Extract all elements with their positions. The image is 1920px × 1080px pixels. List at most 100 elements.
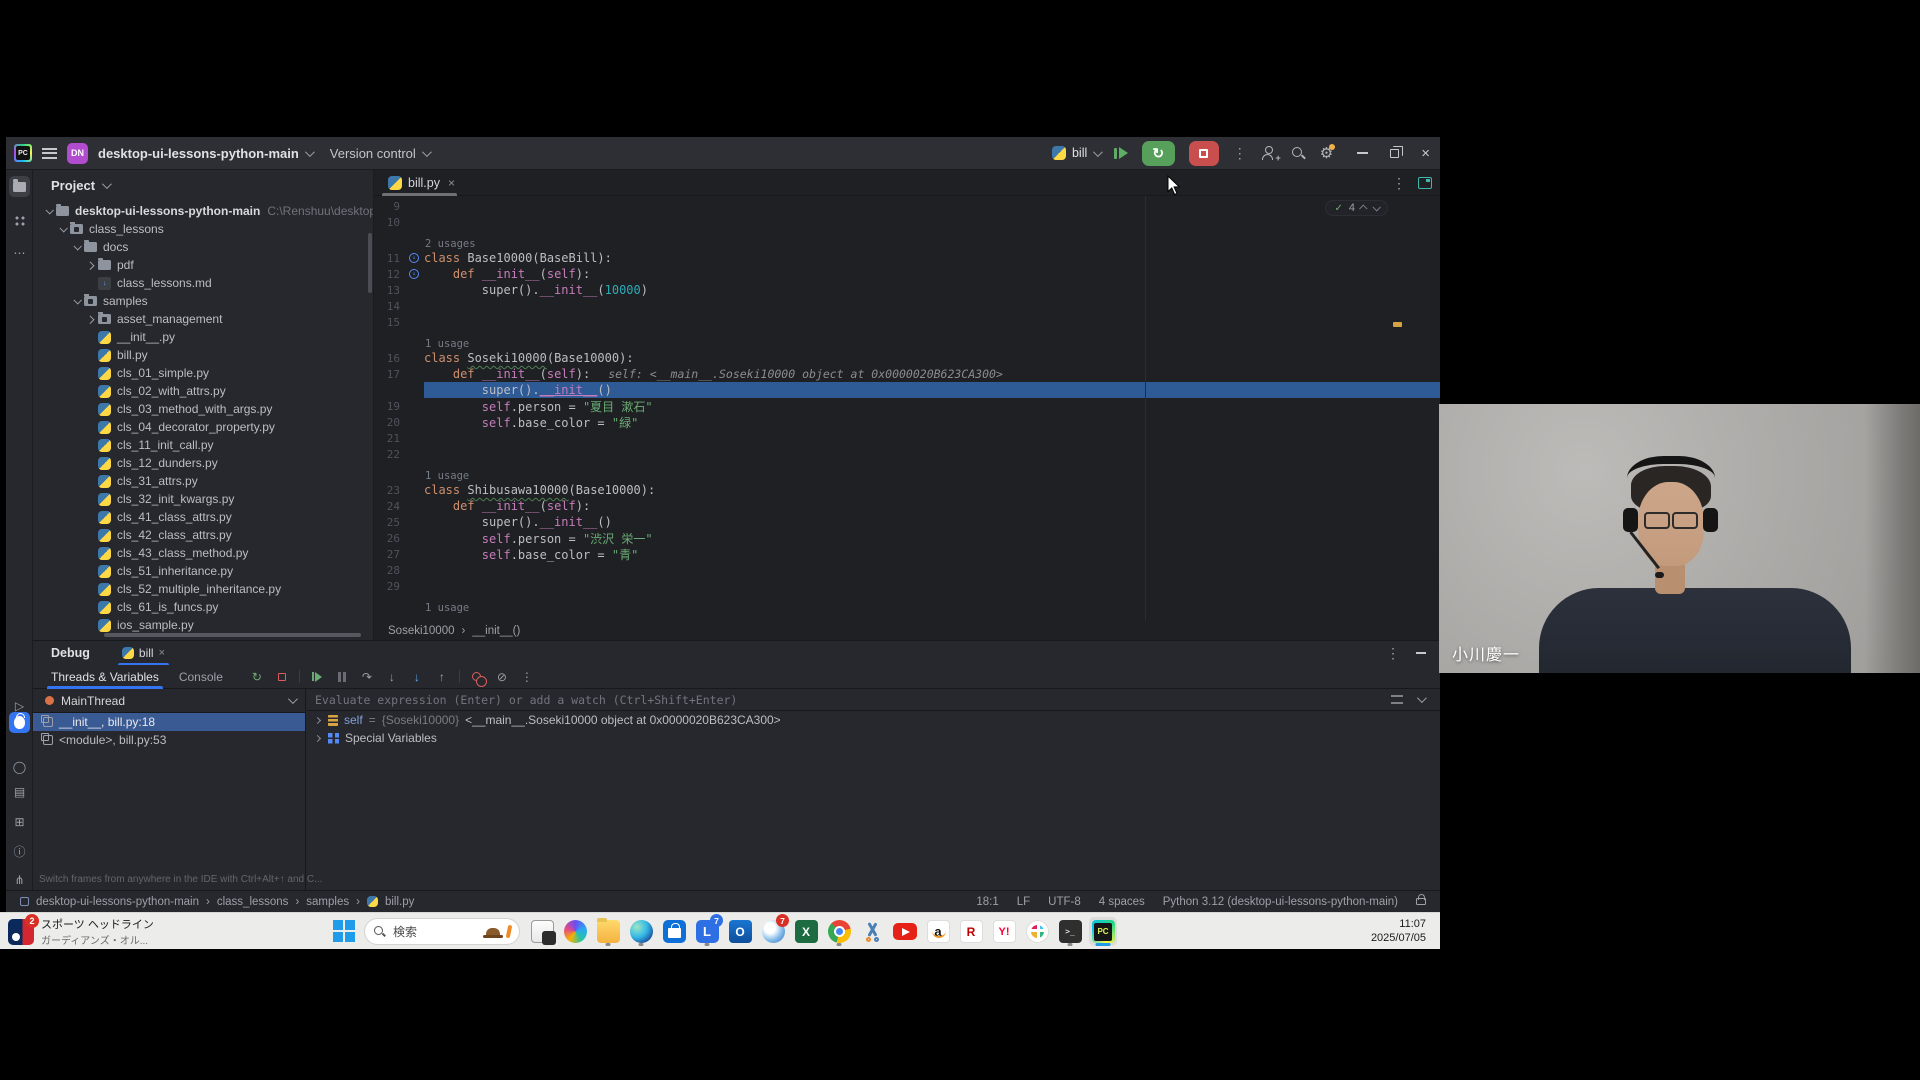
line-number[interactable]: 21 — [374, 432, 404, 445]
code-line-14[interactable]: 14 — [374, 298, 1440, 314]
activity-more-button[interactable]: ⋯ — [9, 242, 30, 263]
tree-item-samples[interactable]: samples — [33, 292, 373, 310]
layout-settings-icon[interactable] — [1391, 695, 1403, 704]
run-config-selector[interactable]: bill — [1052, 146, 1100, 160]
tree-item-cls_52_multiple_inheritance.py[interactable]: cls_52_multiple_inheritance.py — [33, 580, 373, 598]
usage-annotation-text[interactable]: 1 usage — [425, 338, 469, 350]
tree-chevron-icon[interactable] — [71, 298, 83, 304]
tree-item-asset_management[interactable]: asset_management — [33, 310, 373, 328]
resume-program-icon[interactable] — [1114, 147, 1128, 159]
usage-annotation-text[interactable]: 1 usage — [425, 470, 469, 482]
force-step-into-icon[interactable]: ↓ — [409, 669, 425, 685]
tree-item-cls_11_init_call.py[interactable]: cls_11_init_call.py — [33, 436, 373, 454]
tree-item-class_lessons.md[interactable]: class_lessons.md — [33, 274, 373, 292]
tree-chevron-icon[interactable] — [85, 316, 97, 322]
start-button[interactable] — [333, 920, 355, 942]
unlocked-icon[interactable] — [1416, 898, 1426, 905]
usage-annotation-text[interactable]: 2 usages — [425, 238, 476, 250]
line-number[interactable]: 23 — [374, 484, 404, 497]
tree-chevron-icon[interactable] — [43, 208, 55, 214]
scrollbar-warning-mark[interactable] — [1393, 322, 1402, 327]
taskbar-app-snipping-tool[interactable] — [858, 917, 886, 946]
rerun-debug-button[interactable]: ↻ — [1142, 141, 1175, 166]
tree-item-cls_02_with_attrs.py[interactable]: cls_02_with_attrs.py — [33, 382, 373, 400]
taskbar-app-pycharm[interactable] — [1089, 917, 1117, 946]
line-number[interactable]: 16 — [374, 352, 404, 365]
tree-item-cls_03_method_with_args.py[interactable]: cls_03_method_with_args.py — [33, 400, 373, 418]
taskbar-app-terminal[interactable]: >_ — [1056, 917, 1084, 946]
activity-project-button[interactable] — [9, 176, 30, 197]
expand-chevron-icon[interactable] — [314, 734, 321, 741]
debug-view-tab-threads-variables[interactable]: Threads & Variables — [43, 665, 167, 689]
variable-row[interactable]: Special Variables — [307, 729, 1440, 747]
code-line-17[interactable]: 17 def __init__(self):self: <__main__.So… — [374, 366, 1440, 382]
frame-row[interactable]: <module>, bill.py:53 — [33, 731, 305, 749]
status-item[interactable]: 18:1 — [976, 896, 998, 908]
tree-chevron-icon[interactable] — [57, 226, 69, 232]
step-into-icon[interactable]: ↓ — [384, 669, 400, 685]
thread-selector[interactable]: MainThread — [33, 689, 305, 713]
step-over-icon[interactable]: ↷ — [359, 669, 375, 685]
project-vertical-scrollbar[interactable] — [368, 233, 372, 293]
activity-structure-button[interactable] — [9, 210, 30, 231]
taskbar-app-copilot[interactable] — [561, 917, 589, 946]
tree-item-cls_04_decorator_property.py[interactable]: cls_04_decorator_property.py — [33, 418, 373, 436]
line-number[interactable]: 27 — [374, 548, 404, 561]
taskbar-app-youtube[interactable] — [891, 917, 919, 946]
taskbar-search[interactable]: 検索 — [364, 918, 520, 945]
hide-panel-icon[interactable] — [1416, 652, 1426, 654]
tree-item-cls_42_class_attrs.py[interactable]: cls_42_class_attrs.py — [33, 526, 373, 544]
code-line-13[interactable]: 13 super().__init__(10000) — [374, 282, 1440, 298]
taskbar-app-file-explorer[interactable] — [594, 917, 622, 946]
next-problem-icon[interactable] — [1372, 203, 1380, 211]
line-number[interactable]: 13 — [374, 284, 404, 297]
tree-item-ios_sample.py[interactable]: ios_sample.py — [33, 616, 373, 634]
tree-item-bill.py[interactable]: bill.py — [33, 346, 373, 364]
step-out-icon[interactable]: ↑ — [434, 669, 450, 685]
editor-options-icon[interactable]: ⋮ — [1392, 175, 1406, 192]
vcs-menu-button[interactable]: Version control — [330, 146, 429, 161]
stop-button[interactable] — [1189, 141, 1219, 166]
code-with-me-icon[interactable] — [1261, 146, 1277, 160]
frame-row[interactable]: __init__, bill.py:18 — [33, 713, 305, 731]
status-breadcrumb-item[interactable]: samples — [306, 896, 349, 908]
taskbar-app-chrome[interactable] — [825, 917, 853, 946]
more-icon[interactable]: ⋮ — [519, 669, 535, 685]
breadcrumb-item[interactable]: Soseki10000 — [388, 625, 455, 637]
code-line-18[interactable]: super().__init__() — [374, 382, 1440, 398]
code-line-15[interactable]: 15 — [374, 314, 1440, 330]
status-breadcrumb-item[interactable]: desktop-ui-lessons-python-main — [36, 896, 199, 908]
taskbar-app-slack[interactable] — [1023, 917, 1051, 946]
status-item[interactable]: UTF-8 — [1048, 896, 1081, 908]
activity-version-control-button[interactable]: ⋔ — [9, 869, 30, 890]
code-line-9[interactable]: 9 — [374, 198, 1440, 214]
tree-chevron-icon[interactable] — [85, 262, 97, 268]
taskbar-app-line-app[interactable]: L7 — [693, 917, 721, 946]
code-line-23[interactable]: 23class Shibusawa10000(Base10000): — [374, 482, 1440, 498]
mute-breakpoints-icon[interactable]: ⊘ — [494, 669, 510, 685]
code-line-11[interactable]: 11↓class Base10000(BaseBill): — [374, 250, 1440, 266]
tree-item-desktop-ui-lessons-python-main[interactable]: desktop-ui-lessons-python-mainC:\Renshuu… — [33, 202, 373, 220]
settings-gear-icon[interactable]: ⚙ — [1320, 146, 1333, 161]
tree-item-cls_43_class_method.py[interactable]: cls_43_class_method.py — [33, 544, 373, 562]
activity-python-console-button[interactable]: ◯ — [9, 756, 30, 777]
inspections-widget[interactable]: ✓ 4 — [1325, 200, 1388, 216]
taskbar-app-microsoft-store[interactable] — [660, 917, 688, 946]
line-number[interactable]: 11 — [374, 252, 404, 265]
expand-chevron-icon[interactable] — [314, 716, 321, 723]
tree-item-cls_41_class_attrs.py[interactable]: cls_41_class_attrs.py — [33, 508, 373, 526]
line-number[interactable]: 28 — [374, 564, 404, 577]
taskbar-app-rakuten[interactable]: R — [957, 917, 985, 946]
tree-item-docs[interactable]: docs — [33, 238, 373, 256]
code-line-12[interactable]: 12↓ def __init__(self): — [374, 266, 1440, 282]
code-line-28[interactable]: 28 — [374, 562, 1440, 578]
tree-item-class_lessons[interactable]: class_lessons — [33, 220, 373, 238]
breadcrumb-item[interactable]: __init__() — [472, 625, 520, 637]
usage-annotation-text[interactable]: 1 usage — [425, 602, 469, 614]
debug-session-tab[interactable]: bill × — [116, 641, 171, 665]
code-line-16[interactable]: 16class Soseki10000(Base10000): — [374, 350, 1440, 366]
rerun-icon[interactable]: ↻ — [249, 669, 265, 685]
line-number[interactable]: 15 — [374, 316, 404, 329]
resume-icon[interactable] — [309, 669, 325, 685]
stop-icon[interactable] — [274, 669, 290, 685]
